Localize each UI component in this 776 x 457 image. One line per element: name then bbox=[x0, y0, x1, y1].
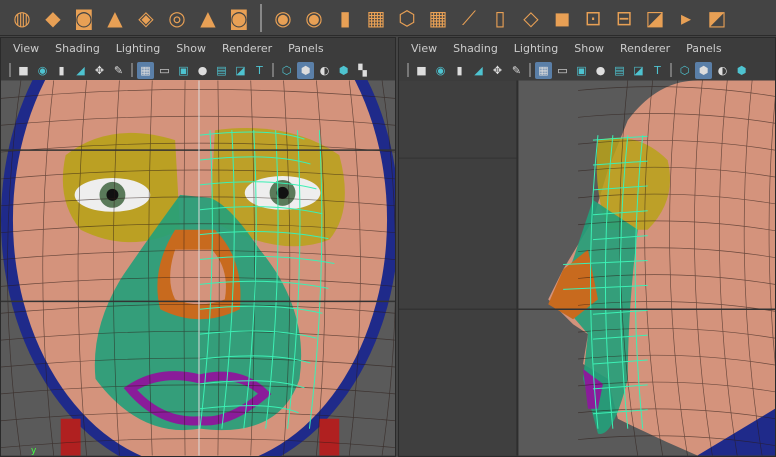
viewport-panel-front: View Shading Lighting Show Renderer Pane… bbox=[0, 37, 396, 457]
shelf-toolbar: ◍ ◆ ◙ ▲ ◈ ◎ ▲ ◙ ◉ ◉ ▮ ▦ ⬡ ▦ ⟋ ▯ ◇ ◼ ⊡ ⊟ ◪ ▸ ◩ bbox=[0, 0, 776, 36]
separate-icon[interactable]: ◉ bbox=[300, 4, 328, 32]
panel-menubar: View Shading Lighting Show Renderer Pane… bbox=[1, 38, 395, 60]
panel-menubar: View Shading Lighting Show Renderer Pane… bbox=[399, 38, 775, 60]
field-chart-icon[interactable]: ▤ bbox=[611, 62, 628, 79]
resolution-gate-icon[interactable]: ▣ bbox=[573, 62, 590, 79]
boolean-icon[interactable]: ▦ bbox=[424, 4, 452, 32]
split-icon[interactable]: ▸ bbox=[672, 4, 700, 32]
viewport-panel-side: View Shading Lighting Show Renderer Pane… bbox=[398, 37, 776, 457]
wireframe-on-shaded-icon[interactable]: ⬢ bbox=[733, 62, 750, 79]
poly-plane-icon[interactable]: ◈ bbox=[132, 4, 160, 32]
menu-shading[interactable]: Shading bbox=[453, 42, 498, 56]
menu-view[interactable]: View bbox=[13, 42, 39, 56]
bridge-icon[interactable]: ◼ bbox=[548, 4, 576, 32]
offset-edge-loop-icon[interactable]: ◪ bbox=[641, 4, 669, 32]
bookmark-icon[interactable]: ▮ bbox=[451, 62, 468, 79]
film-gate-icon[interactable]: ▭ bbox=[156, 62, 173, 79]
insert-edge-loop-icon[interactable]: ⊟ bbox=[610, 4, 638, 32]
resolution-gate-icon[interactable]: ▣ bbox=[175, 62, 192, 79]
menu-renderer[interactable]: Renderer bbox=[620, 42, 670, 56]
menu-panels[interactable]: Panels bbox=[686, 42, 721, 56]
safe-action-icon[interactable]: ◪ bbox=[630, 62, 647, 79]
safe-action-icon[interactable]: ◪ bbox=[232, 62, 249, 79]
combine-icon[interactable]: ◉ bbox=[269, 4, 297, 32]
menu-show[interactable]: Show bbox=[574, 42, 604, 56]
camera-icon[interactable]: ■ bbox=[413, 62, 430, 79]
wireframe-icon[interactable]: ⬡ bbox=[676, 62, 693, 79]
grid-icon[interactable]: ▦ bbox=[535, 61, 552, 79]
viewport-side[interactable] bbox=[399, 80, 775, 456]
bookmark-icon[interactable]: ▮ bbox=[53, 62, 70, 79]
multi-cut-icon[interactable]: ▯ bbox=[486, 4, 514, 32]
grid-icon[interactable]: ▦ bbox=[137, 61, 154, 79]
panel-toolbar: ■ ◉ ▮ ◢ ✥ ✎ ▦ ▭ ▣ ● ▤ ◪ T ⬡ ⬢ ◐ ⬢ bbox=[399, 60, 775, 80]
image-plane-icon[interactable]: ◢ bbox=[72, 62, 89, 79]
gate-mask-icon[interactable]: ● bbox=[592, 62, 609, 79]
menu-view[interactable]: View bbox=[411, 42, 437, 56]
extrude-icon[interactable]: ◇ bbox=[517, 4, 545, 32]
smooth-shade-icon[interactable]: ⬢ bbox=[695, 61, 712, 79]
camera-attributes-icon[interactable]: ◉ bbox=[432, 62, 449, 79]
menu-panels[interactable]: Panels bbox=[288, 42, 323, 56]
poly-cube-icon[interactable]: ◆ bbox=[39, 4, 67, 32]
smooth-shade-icon[interactable]: ⬢ bbox=[297, 61, 314, 79]
extract-icon[interactable]: ▮ bbox=[331, 4, 359, 32]
default-material-icon[interactable]: ◐ bbox=[316, 62, 333, 79]
menu-shading[interactable]: Shading bbox=[55, 42, 100, 56]
default-material-icon[interactable]: ◐ bbox=[714, 62, 731, 79]
poly-cone-icon[interactable]: ▲ bbox=[101, 4, 129, 32]
poly-sphere-icon[interactable]: ◍ bbox=[8, 4, 36, 32]
smooth-icon[interactable]: ▦ bbox=[362, 4, 390, 32]
textured-icon[interactable]: ▚ bbox=[354, 62, 371, 79]
bevel-icon[interactable]: ⟋ bbox=[455, 4, 483, 32]
safe-title-icon[interactable]: T bbox=[649, 62, 666, 79]
fill-hole-icon[interactable]: ⊡ bbox=[579, 4, 607, 32]
panel-toolbar: ■ ◉ ▮ ◢ ✥ ✎ ▦ ▭ ▣ ● ▤ ◪ T ⬡ ⬢ ◐ ⬢ ▚ bbox=[1, 60, 395, 80]
menu-renderer[interactable]: Renderer bbox=[222, 42, 272, 56]
two-d-pan-zoom-icon[interactable]: ✥ bbox=[91, 62, 108, 79]
gate-mask-icon[interactable]: ● bbox=[194, 62, 211, 79]
mirror-icon[interactable]: ⬡ bbox=[393, 4, 421, 32]
wireframe-icon[interactable]: ⬡ bbox=[278, 62, 295, 79]
axis-label: y bbox=[31, 446, 37, 456]
shelf-separator bbox=[260, 3, 262, 32]
grease-pencil-icon[interactable]: ✎ bbox=[508, 62, 525, 79]
wireframe-on-shaded-icon[interactable]: ⬢ bbox=[335, 62, 352, 79]
poly-torus-icon[interactable]: ◎ bbox=[163, 4, 191, 32]
image-plane-icon[interactable]: ◢ bbox=[470, 62, 487, 79]
viewport-front[interactable]: y bbox=[1, 80, 395, 456]
two-d-pan-zoom-icon[interactable]: ✥ bbox=[489, 62, 506, 79]
safe-title-icon[interactable]: T bbox=[251, 62, 268, 79]
poly-pyramid-icon[interactable]: ▲ bbox=[194, 4, 222, 32]
film-gate-icon[interactable]: ▭ bbox=[554, 62, 571, 79]
grease-pencil-icon[interactable]: ✎ bbox=[110, 62, 127, 79]
camera-attributes-icon[interactable]: ◉ bbox=[34, 62, 51, 79]
camera-icon[interactable]: ■ bbox=[15, 62, 32, 79]
poly-cylinder-icon[interactable]: ◙ bbox=[70, 4, 98, 32]
field-chart-icon[interactable]: ▤ bbox=[213, 62, 230, 79]
menu-lighting[interactable]: Lighting bbox=[116, 42, 160, 56]
menu-show[interactable]: Show bbox=[176, 42, 206, 56]
menu-lighting[interactable]: Lighting bbox=[514, 42, 558, 56]
crease-icon[interactable]: ◩ bbox=[703, 4, 731, 32]
poly-pipe-icon[interactable]: ◙ bbox=[225, 4, 253, 32]
